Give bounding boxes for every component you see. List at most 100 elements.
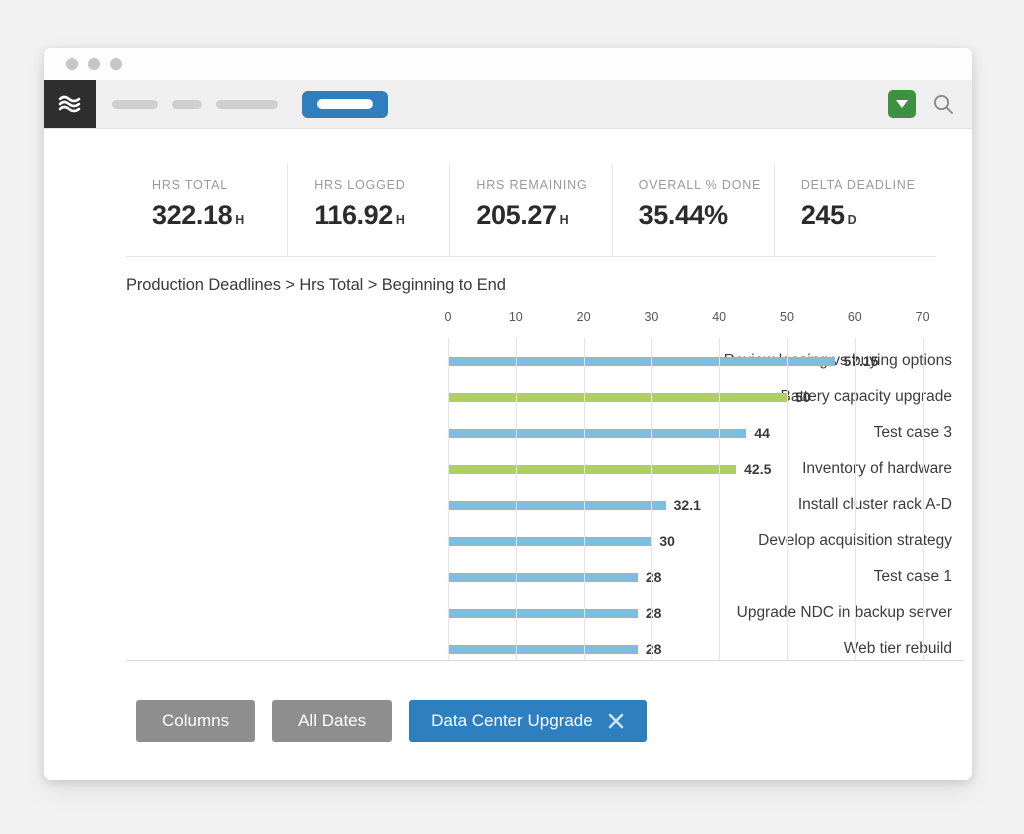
- zoom-window-button[interactable]: [110, 58, 122, 70]
- chart-row[interactable]: Battery capacity upgrade 50: [126, 379, 964, 415]
- chart-gridline: [515, 338, 517, 660]
- kpi-hrs-total: HRS TOTAL 322.18 H: [126, 164, 287, 256]
- kpi-unit: H: [559, 213, 569, 227]
- nav-pill-2[interactable]: [172, 99, 202, 109]
- nav-items: [112, 80, 388, 128]
- chart-plot-area: Review leasing vs buying options 57.15 Bat…: [126, 338, 964, 661]
- chart-bar-value-label: 28: [645, 641, 662, 657]
- kpi-unit: H: [235, 213, 245, 227]
- breadcrumb[interactable]: Production Deadlines > Hrs Total > Begin…: [126, 276, 506, 295]
- chart-category-label: Upgrade NDC in backup server: [736, 604, 952, 621]
- chart-row[interactable]: Upgrade NDC in backup server 28: [126, 595, 964, 631]
- kpi-value: 116.92 H: [314, 200, 449, 231]
- columns-button[interactable]: Columns: [136, 700, 256, 742]
- kpi-overall-percent-done: OVERALL % DONE 35.44%: [611, 164, 774, 256]
- x-axis-tick: 10: [508, 310, 523, 324]
- chart-bar[interactable]: [448, 428, 747, 438]
- app-window: HRS TOTAL 322.18 H HRS LOGGED 116.92 H HRS…: [44, 48, 972, 780]
- window-titlebar: [44, 48, 972, 80]
- x-axis-tick: 60: [847, 310, 862, 324]
- chart-bar[interactable]: [448, 356, 836, 366]
- kpi-value: 35.44%: [639, 200, 774, 231]
- chart-row[interactable]: Test case 3 44: [126, 415, 964, 451]
- chart-bar-value-label: 57.15: [843, 353, 879, 369]
- chart-category-label: Test case 1: [873, 568, 952, 585]
- chart-gridline: [448, 338, 449, 660]
- kpi-delta-deadline: DELTA DEADLINE 245 D: [773, 164, 936, 256]
- filter-dropdown-button[interactable]: [888, 90, 916, 118]
- nav-pill-1[interactable]: [112, 99, 158, 109]
- chart-bar-value-label: 42.5: [744, 461, 772, 477]
- chart-bar[interactable]: [448, 536, 652, 546]
- nav-pill-3[interactable]: [216, 99, 278, 109]
- minimize-window-button[interactable]: [88, 58, 100, 70]
- x-axis-tick: 40: [712, 310, 727, 324]
- screenshot-root: HRS TOTAL 322.18 H HRS LOGGED 116.92 H HRS…: [0, 0, 1024, 834]
- chart-bar-value-label: 28: [645, 605, 662, 621]
- chart-bar-value-label: 50: [795, 389, 811, 405]
- chart-category-label: Web tier rebuild: [843, 640, 952, 657]
- chart-bar-value-label: 30: [659, 533, 675, 549]
- kpi-label: HRS REMAINING: [476, 178, 588, 192]
- kpi-number: 322.18: [152, 200, 233, 230]
- chart-row[interactable]: Test case 1 28: [126, 559, 964, 595]
- kpi-label: OVERALL % DONE: [638, 178, 762, 192]
- search-button[interactable]: [932, 93, 954, 115]
- kpi-value: 322.18 H: [152, 200, 287, 231]
- chart-row[interactable]: Web tier rebuild 28: [126, 631, 964, 667]
- chart-gridline: [922, 338, 924, 660]
- x-axis-tick: 0: [444, 310, 452, 324]
- bar-chart: 0 10 20 30 40 50 60 70 Review leasing vs buying…: [126, 310, 964, 710]
- x-axis-tick: 70: [915, 310, 930, 324]
- kpi-unit: H: [395, 213, 405, 227]
- kpi-value: 245 D: [801, 200, 936, 231]
- filter-chip-label: Data Center Upgrade: [431, 711, 593, 730]
- nav-pill-active-indicator: [317, 99, 373, 109]
- kpi-summary-row: HRS TOTAL 322.18 H HRS LOGGED 116.92 H HRS…: [126, 164, 936, 257]
- chart-row[interactable]: Inventory of hardware 42.5: [126, 451, 964, 487]
- chart-gridline: [719, 338, 721, 660]
- chart-x-axis: 0 10 20 30 40 50 60 70: [126, 310, 964, 332]
- kpi-number: 245: [800, 200, 845, 230]
- kpi-label: HRS TOTAL: [152, 178, 228, 192]
- chart-row[interactable]: Install cluster rack A-D 32.1: [126, 487, 964, 523]
- footer-controls: Columns All Dates Data Center Upgrade: [136, 700, 647, 742]
- chart-bar[interactable]: [448, 608, 638, 618]
- x-axis-tick: 20: [576, 310, 591, 324]
- filter-chip-data-center-upgrade[interactable]: Data Center Upgrade: [409, 700, 647, 742]
- kpi-label: DELTA DEADLINE: [800, 178, 916, 192]
- chart-row[interactable]: Review leasing vs buying options 57.15: [126, 343, 964, 379]
- kpi-hrs-logged: HRS LOGGED 116.92 H: [287, 164, 449, 256]
- remove-filter-button[interactable]: [607, 712, 625, 730]
- kpi-value: 205.27 H: [476, 200, 611, 231]
- all-dates-button[interactable]: All Dates: [272, 700, 393, 742]
- kpi-number: 205.27: [476, 200, 557, 230]
- kpi-number: 35.44%: [638, 200, 729, 230]
- kpi-hrs-remaining: HRS REMAINING 205.27 H: [449, 164, 611, 256]
- close-window-button[interactable]: [66, 58, 78, 70]
- kpi-number: 116.92: [314, 200, 393, 230]
- chart-bar-value-label: 44: [754, 425, 770, 441]
- chart-gridline: [787, 338, 788, 660]
- chart-bar-value-label: 28: [645, 569, 662, 585]
- chart-bar[interactable]: [448, 500, 666, 510]
- chart-bar[interactable]: [448, 464, 737, 474]
- search-icon: [933, 94, 953, 114]
- kpi-unit: D: [847, 213, 857, 227]
- chart-bar[interactable]: [448, 572, 638, 582]
- chart-bar[interactable]: [448, 644, 638, 654]
- chart-row[interactable]: Develop acquisition strategy 30: [126, 523, 964, 559]
- close-icon: [608, 713, 624, 729]
- x-axis-tick: 50: [780, 310, 794, 324]
- app-logo[interactable]: [44, 80, 96, 128]
- app-navigation-bar: [44, 80, 972, 129]
- chart-gridline: [651, 338, 653, 660]
- caret-down-icon: [896, 100, 908, 108]
- waves-logo-icon: [57, 91, 83, 117]
- chart-bar[interactable]: [448, 392, 787, 402]
- chart-gridline: [583, 338, 585, 660]
- nav-pill-active[interactable]: [302, 90, 388, 118]
- kpi-label: HRS LOGGED: [314, 178, 406, 192]
- traffic-lights: [66, 58, 122, 70]
- chart-gridline: [854, 338, 856, 660]
